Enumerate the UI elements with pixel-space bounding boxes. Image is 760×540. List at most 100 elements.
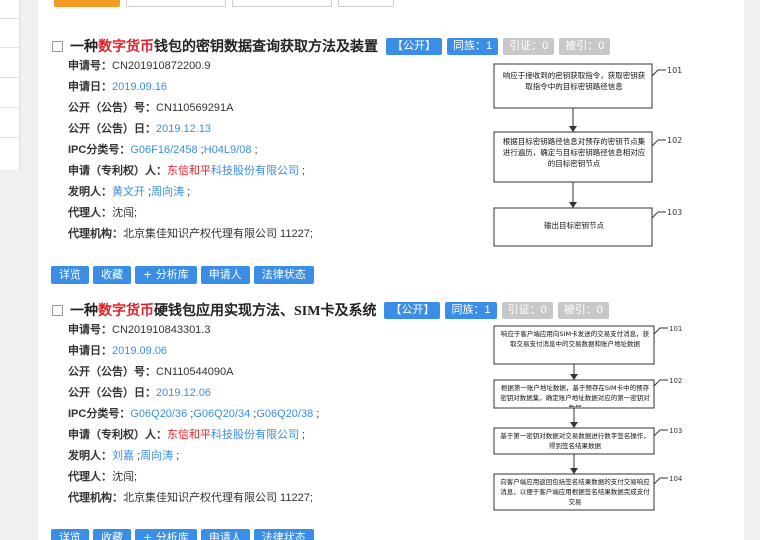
title-suffix: 钱包的密钥数据查询获取方法及装置 (154, 40, 378, 55)
ipc-link[interactable]: G06F16/2458 (130, 144, 197, 156)
application-number-row: 申请号：CN201910872200.9 (68, 56, 313, 77)
application-number: CN201910872200.9 (112, 60, 211, 72)
separator: ; (184, 186, 191, 198)
application-date-row: 申请日：2019.09.06 (68, 341, 319, 362)
application-number: CN201910843301.3 (112, 324, 211, 336)
title-suffix: 硬钱包应用实现方法、SIM卡及系统 (154, 304, 377, 319)
inventor-row: 发明人：刘嘉 ;周向涛 ; (68, 446, 319, 467)
field-label: 公开（公告）号： (68, 102, 156, 114)
field-label: 发明人： (68, 450, 112, 462)
record-actions: 详览 收藏 + 分析库 申请人 法律状态 (51, 266, 314, 284)
field-label: 公开（公告）号： (68, 366, 156, 378)
flowchart-drawing: 响应于客户端应用向SIM卡发送的交易支付消息，获取交易支付消息中的交易数据和账户… (493, 325, 683, 511)
flow-box-text: 向客户端应用返回包括签名结果数据的支付交易响应消息，以便于客户端应用根据签名结果… (500, 478, 650, 506)
applicant-link[interactable]: 东信和平科技股份有限公司 (167, 165, 299, 177)
agent-name: 沈闯; (112, 207, 138, 219)
left-panel-divider (0, 77, 19, 78)
record-title-row: 一种数字货币硬钱包应用实现方法、SIM卡及系统 【公开】 同族：1 引证：0 被… (52, 300, 609, 320)
flow-box-text: 响应于接收到的密钥获取指令，获取密钥获取指令中的目标密钥路径信息 (502, 71, 646, 91)
favorite-button[interactable]: 收藏 (93, 266, 131, 284)
select-checkbox[interactable] (52, 40, 63, 52)
family-badge[interactable]: 同族：1 (445, 301, 497, 319)
publication-date-row: 公开（公告）日：2019.12.06 (68, 383, 319, 404)
field-label: 代理机构： (68, 492, 123, 504)
select-checkbox[interactable] (52, 304, 63, 316)
agent-row: 代理人：沈闯; (68, 467, 319, 488)
patent-drawing[interactable]: 响应于客户端应用向SIM卡发送的交易支付消息，获取交易支付消息中的交易数据和账户… (492, 324, 692, 514)
field-label: 申请日： (68, 345, 112, 357)
publication-number-row: 公开（公告）号：CN110544090A (68, 362, 319, 383)
field-label: IPC分类号： (68, 408, 131, 420)
inventor-link[interactable]: 周向涛 (140, 450, 173, 462)
detail-button[interactable]: 详览 (51, 266, 89, 284)
legal-status-button[interactable]: 法律状态 (253, 266, 314, 284)
publication-date-link[interactable]: 2019.12.06 (156, 387, 211, 399)
separator: ; (299, 429, 306, 441)
agency-name: 北京集佳知识产权代理有限公司 11227; (123, 228, 313, 240)
inventor-link[interactable]: 刘嘉 (112, 450, 134, 462)
search-toolbar (54, 0, 394, 8)
ipc-link[interactable]: G06Q20/38 (256, 408, 313, 420)
patent-title[interactable]: 一种数字货币钱包的密钥数据查询获取方法及装置 (70, 36, 378, 56)
flowchart-drawing: 响应于接收到的密钥获取指令，获取密钥获取指令中的目标密钥路径信息 根据目标密钥路… (493, 63, 682, 247)
publication-number-row: 公开（公告）号：CN110569291A (68, 98, 313, 119)
add-to-analysis-button[interactable]: + 分析库 (135, 529, 197, 540)
application-date-link[interactable]: 2019.09.16 (112, 81, 167, 93)
applicant-name: 科技股份有限公司 (211, 429, 299, 441)
field-label: 申请日： (68, 81, 112, 93)
favorite-button[interactable]: 收藏 (93, 529, 131, 540)
field-label: 代理人： (68, 471, 112, 483)
applicant-link[interactable]: 东信和平科技股份有限公司 (167, 429, 299, 441)
patent-drawing[interactable]: 响应于接收到的密钥获取指令，获取密钥获取指令中的目标密钥路径信息 根据目标密钥路… (492, 62, 692, 252)
leader-line (653, 477, 668, 485)
search-field[interactable] (126, 0, 226, 7)
field-label: 申请（专利权）人： (68, 429, 167, 441)
applicant-row: 申请（专利权）人：东信和平科技股份有限公司 ; (68, 425, 319, 446)
filter-select[interactable] (232, 0, 332, 7)
publication-date-link[interactable]: 2019.12.13 (156, 123, 211, 135)
field-label: 公开（公告）日： (68, 387, 156, 399)
application-date-link[interactable]: 2019.09.06 (112, 345, 167, 357)
step-number: 102 (667, 136, 682, 145)
ipc-row: IPC分类号：G06Q20/36 ;G06Q20/34 ;G06Q20/38 ; (68, 404, 319, 425)
ipc-row: IPC分类号：G06F16/2458 ;H04L9/08 ; (68, 140, 313, 161)
applicant-row: 申请（专利权）人：东信和平科技股份有限公司 ; (68, 161, 313, 182)
field-label: 申请号： (68, 60, 112, 72)
publication-date-row: 公开（公告）日：2019.12.13 (68, 119, 313, 140)
left-panel-divider (0, 18, 19, 19)
agent-name: 沈闯; (112, 471, 138, 483)
toolbar-button[interactable] (338, 0, 394, 7)
ipc-link[interactable]: G06Q20/34 (193, 408, 250, 420)
inventor-link[interactable]: 周向涛 (151, 186, 184, 198)
detail-button[interactable]: 详览 (51, 529, 89, 540)
applicant-button[interactable]: 申请人 (200, 529, 250, 540)
applicant-highlight: 东信和平 (167, 165, 211, 177)
ipc-link[interactable]: G06Q20/36 (130, 408, 187, 420)
step-number: 103 (669, 427, 682, 435)
field-label: 公开（公告）日： (68, 123, 156, 135)
left-side-panel (0, 0, 20, 170)
citation-badge: 引证：0 (501, 301, 553, 319)
title-prefix: 一种 (70, 304, 98, 319)
flow-box-text: 基于第一密钥对数据对交易数据进行数字签名操作，得到签名结果数据 (500, 432, 650, 450)
record-fields: 申请号：CN201910872200.9 申请日：2019.09.16 公开（公… (68, 56, 313, 245)
family-badge[interactable]: 同族：1 (447, 37, 499, 55)
left-panel-divider (0, 137, 19, 138)
status-badge: 【公开】 (384, 301, 441, 319)
agency-name: 北京集佳知识产权代理有限公司 11227; (123, 492, 313, 504)
step-number: 102 (669, 377, 682, 385)
legal-status-button[interactable]: 法律状态 (253, 529, 314, 540)
ipc-link[interactable]: H04L9/08 (204, 144, 252, 156)
record-title-row: 一种数字货币钱包的密钥数据查询获取方法及装置 【公开】 同族：1 引证：0 被引… (52, 36, 611, 56)
inventor-link[interactable]: 黄文开 (112, 186, 145, 198)
separator: ; (251, 144, 258, 156)
leader-line (651, 211, 666, 219)
applicant-button[interactable]: 申请人 (200, 266, 250, 284)
patent-title[interactable]: 一种数字货币硬钱包应用实现方法、SIM卡及系统 (70, 300, 376, 320)
add-to-analysis-button[interactable]: + 分析库 (135, 266, 197, 284)
applicant-name: 科技股份有限公司 (211, 165, 299, 177)
cited-by-badge: 被引：0 (557, 301, 609, 319)
step-number: 104 (669, 475, 683, 483)
search-button[interactable] (54, 0, 120, 7)
agency-row: 代理机构：北京集佳知识产权代理有限公司 11227; (68, 488, 319, 509)
